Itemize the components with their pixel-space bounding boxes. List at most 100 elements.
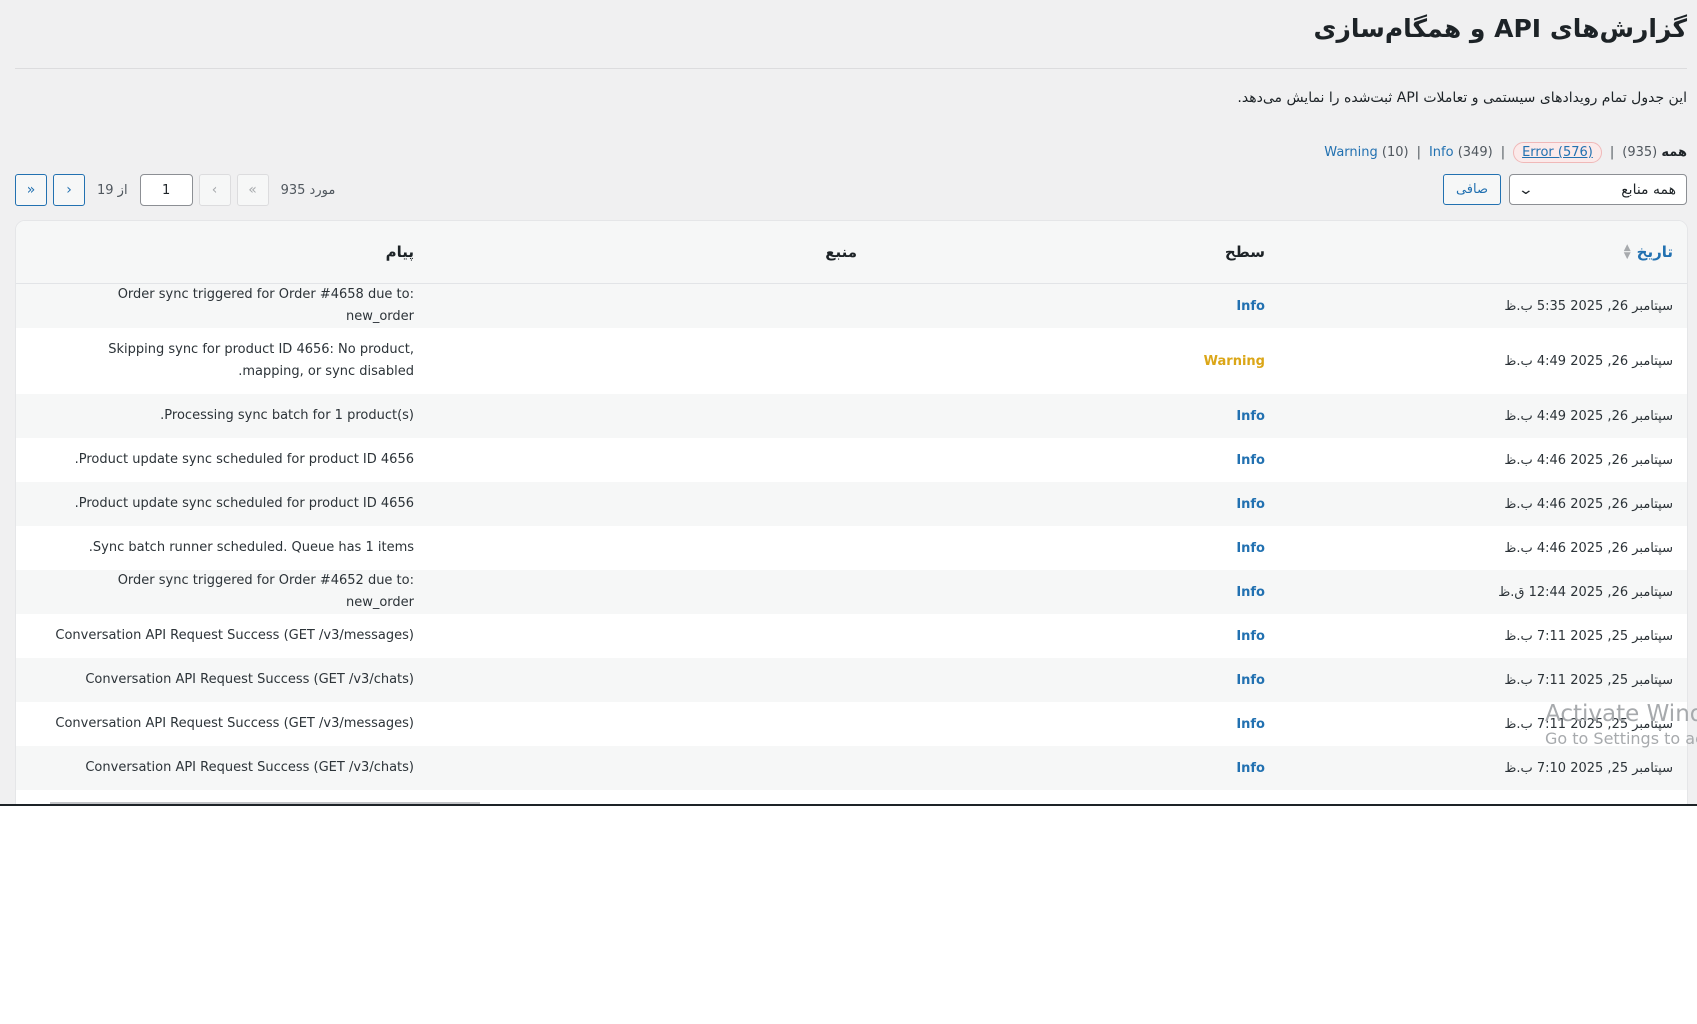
view-info-link[interactable]: Info — [1429, 145, 1454, 160]
column-source: منبع — [428, 221, 871, 284]
cell-source — [428, 438, 871, 482]
title-divider — [15, 68, 1687, 69]
watermark-line-1: Activate Windows — [1545, 701, 1697, 727]
view-info-count: (349) — [1457, 145, 1493, 160]
cell-message: Order sync triggered for Order #4658 due… — [16, 283, 428, 328]
sort-date-link[interactable]: تاریخ ▲ ▼ — [1624, 243, 1673, 261]
cell-source — [428, 614, 871, 658]
source-select-value: همه منابع — [1621, 181, 1676, 198]
cell-date: سپتامبر 26, 2025 4:49 ب.ظ — [1504, 353, 1673, 369]
table-row: سپتامبر 26, 2025 4:46 ب.ظ Info Product upd… — [16, 482, 1687, 526]
cell-date: سپتامبر 25, 2025 7:10 ب.ظ — [1279, 746, 1687, 790]
logs-table: تاریخ ▲ ▼ سطح منبع پیام سپتامبر 26, 2025 … — [16, 221, 1687, 790]
cell-message: Order sync triggered for Order #4652 due… — [16, 570, 428, 614]
cell-date: سپتامبر 26, 2025 5:35 ب.ظ — [1279, 283, 1687, 328]
cell-source — [428, 482, 871, 526]
cell-source — [428, 702, 871, 746]
view-error-link[interactable]: Error (576) — [1513, 142, 1602, 163]
table-row: سپتامبر 26, 2025 5:35 ب.ظ Info Order sync … — [16, 283, 1687, 328]
cell-message: Product update sync scheduled for produc… — [16, 482, 428, 526]
page-title: گزارش‌های API و همگام‌سازی — [1313, 14, 1687, 43]
view-all-count: (935) — [1622, 145, 1658, 160]
view-warning[interactable]: Warning (10) — [1324, 145, 1408, 160]
view-separator: | — [1500, 145, 1506, 160]
cell-level: Info — [1236, 540, 1265, 556]
table-row: سپتامبر 25, 2025 7:11 ب.ظ Info Conversatio… — [16, 702, 1687, 746]
cell-message: Conversation API Request Success (GET /v… — [16, 746, 428, 790]
view-warning-link[interactable]: Warning — [1324, 145, 1377, 160]
view-separator: | — [1416, 145, 1421, 160]
cell-date: سپتامبر 26, 2025 12:44 ق.ظ — [1279, 570, 1687, 614]
current-page-input[interactable] — [139, 174, 193, 206]
table-body: سپتامبر 26, 2025 5:35 ب.ظ Info Order sync … — [16, 283, 1687, 790]
logs-screen: گزارش‌های API و همگام‌سازی این جدول تمام… — [0, 0, 1697, 806]
cell-date: سپتامبر 26, 2025 4:46 ب.ظ — [1504, 540, 1673, 556]
cell-source — [428, 328, 871, 394]
table-row: سپتامبر 26, 2025 12:44 ق.ظ Info Order sync… — [16, 570, 1687, 614]
cell-date: سپتامبر 26, 2025 4:49 ب.ظ — [1279, 394, 1687, 438]
cell-date: سپتامبر 26, 2025 4:46 ب.ظ — [1279, 482, 1687, 526]
cell-message: Conversation API Request Success (GET /v… — [55, 628, 414, 643]
cell-message: Product update sync scheduled for produc… — [74, 452, 414, 467]
cell-message: Conversation API Request Success (GET /v… — [16, 658, 428, 702]
level-views: همه (935) | Error (576) | Info (349) | W… — [1324, 142, 1687, 163]
next-page-button[interactable]: › — [53, 174, 85, 206]
view-info[interactable]: Info (349) — [1429, 145, 1493, 160]
cell-source — [428, 746, 871, 790]
cell-source — [428, 658, 871, 702]
cell-message: Conversation API Request Success (GET /v… — [55, 716, 414, 731]
table-row: سپتامبر 26, 2025 4:46 ب.ظ Info Product upd… — [16, 438, 1687, 482]
cell-date: سپتامبر 25, 2025 7:11 ب.ظ — [1279, 658, 1687, 702]
table-row: سپتامبر 25, 2025 7:11 ب.ظ Info Conversatio… — [16, 658, 1687, 702]
horizontal-scrollbar[interactable] — [50, 802, 480, 804]
cell-message: Sync batch runner scheduled. Queue has 1… — [88, 540, 414, 555]
last-page-button[interactable]: » — [15, 174, 47, 206]
cell-source — [428, 394, 871, 438]
cell-level: Info — [871, 482, 1279, 526]
chevron-down-icon: ⌄ — [1517, 181, 1535, 198]
column-date[interactable]: تاریخ ▲ ▼ — [1279, 221, 1687, 284]
watermark-line-2: Go to Settings to activate Windows. — [1545, 729, 1697, 748]
table-row: سپتامبر 25, 2025 7:10 ب.ظ Info Conversatio… — [16, 746, 1687, 790]
table-row: سپتامبر 26, 2025 4:49 ب.ظ Info Processing … — [16, 394, 1687, 438]
page-description: این جدول تمام رویدادهای سیستمی و تعاملات… — [1237, 90, 1687, 106]
view-warning-count: (10) — [1381, 145, 1409, 160]
items-count: 935 مورد — [280, 182, 336, 198]
filter-button[interactable]: صافی — [1442, 174, 1501, 205]
column-level: سطح — [871, 221, 1279, 284]
page-of-text: از 19 — [97, 182, 128, 198]
cell-level: Warning — [1203, 353, 1265, 369]
cell-message: Processing sync batch for 1 product(s). — [16, 394, 428, 438]
table-row: سپتامبر 26, 2025 4:46 ب.ظ Info Sync batch … — [16, 526, 1687, 570]
cell-source — [428, 283, 871, 328]
cell-level: Info — [871, 283, 1279, 328]
logs-table-container: تاریخ ▲ ▼ سطح منبع پیام سپتامبر 26, 2025 … — [15, 220, 1688, 804]
source-select[interactable]: همه منابع ⌄ — [1509, 174, 1687, 205]
cell-level: Info — [1236, 452, 1265, 468]
sort-icon: ▲ ▼ — [1623, 243, 1631, 261]
pagination: » › از 19 ‹ « 935 مورد — [15, 174, 341, 206]
view-all-label: همه — [1661, 145, 1687, 160]
column-date-label: تاریخ — [1636, 243, 1673, 261]
cell-date: سپتامبر 25, 2025 7:11 ب.ظ — [1504, 628, 1673, 644]
column-message: پیام — [16, 221, 428, 284]
cell-level: Info — [1236, 716, 1265, 732]
cell-level: Info — [1236, 628, 1265, 644]
first-page-button[interactable]: « — [236, 174, 269, 206]
prev-page-button[interactable]: ‹ — [198, 174, 231, 206]
table-row: سپتامبر 26, 2025 4:49 ب.ظ Warning Skipping… — [16, 328, 1687, 394]
cell-level: Info — [871, 570, 1279, 614]
view-all[interactable]: همه (935) — [1622, 145, 1687, 160]
cell-source — [428, 570, 871, 614]
cell-source — [428, 526, 871, 570]
filter-bar: همه منابع ⌄ صافی — [1442, 174, 1687, 205]
view-separator: | — [1609, 145, 1615, 160]
activate-windows-watermark: Activate Windows Go to Settings to activ… — [1545, 700, 1697, 750]
cell-level: Info — [871, 746, 1279, 790]
table-header-row: تاریخ ▲ ▼ سطح منبع پیام — [16, 221, 1687, 284]
cell-level: Info — [871, 658, 1279, 702]
cell-message: Skipping sync for product ID 4656: No pr… — [108, 342, 414, 379]
cell-date: سپتامبر 26, 2025 4:46 ب.ظ — [1504, 452, 1673, 468]
table-row: سپتامبر 25, 2025 7:11 ب.ظ Info Conversatio… — [16, 614, 1687, 658]
cell-level: Info — [871, 394, 1279, 438]
